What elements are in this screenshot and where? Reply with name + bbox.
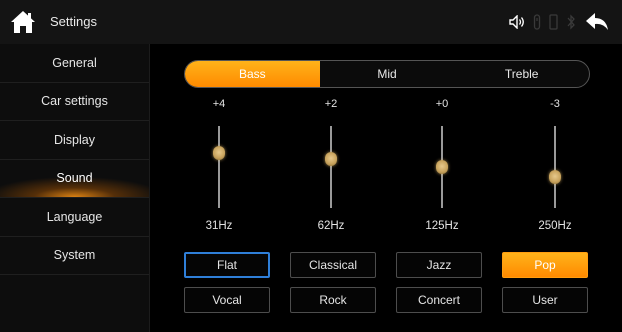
preset-vocal-button[interactable]: Vocal bbox=[184, 287, 270, 313]
band-slider-handle[interactable] bbox=[549, 169, 561, 184]
preset-concert-button[interactable]: Concert bbox=[396, 287, 482, 313]
preset-flat-button[interactable]: Flat bbox=[184, 252, 270, 278]
settings-sidebar: General Car settings Display Sound Langu… bbox=[0, 44, 150, 332]
preset-classical-button[interactable]: Classical bbox=[290, 252, 376, 278]
sidebar-item-car-settings[interactable]: Car settings bbox=[0, 83, 149, 121]
band-gain-value: +0 bbox=[435, 98, 449, 110]
sidebar-item-label: Display bbox=[54, 132, 95, 147]
sidebar-item-label: Language bbox=[46, 209, 103, 224]
usb-icon bbox=[533, 14, 541, 30]
band-slider-track[interactable] bbox=[554, 126, 556, 208]
back-icon[interactable] bbox=[584, 11, 610, 33]
sidebar-item-language[interactable]: Language bbox=[0, 198, 149, 237]
preset-user-button[interactable]: User bbox=[502, 287, 588, 313]
band-slider-track[interactable] bbox=[218, 126, 220, 208]
sidebar-item-label: General bbox=[52, 55, 97, 70]
volume-icon[interactable] bbox=[509, 15, 525, 29]
page-title: Settings bbox=[50, 14, 97, 29]
sidebar-item-general[interactable]: General bbox=[0, 44, 149, 83]
header-bar: Settings bbox=[0, 0, 622, 44]
tab-treble[interactable]: Treble bbox=[454, 61, 589, 87]
band-slider-handle[interactable] bbox=[436, 160, 448, 174]
sidebar-item-label: System bbox=[53, 248, 96, 263]
tab-mid[interactable]: Mid bbox=[320, 61, 455, 87]
band-gain-value: -3 bbox=[550, 98, 560, 110]
tab-bass[interactable]: Bass bbox=[185, 61, 320, 87]
band-frequency-label: 62Hz bbox=[317, 220, 345, 232]
preset-jazz-button[interactable]: Jazz bbox=[396, 252, 482, 278]
band-slider-handle[interactable] bbox=[325, 151, 337, 166]
sidebar-item-display[interactable]: Display bbox=[0, 121, 149, 160]
eq-band-31hz: +4 31Hz bbox=[184, 98, 254, 238]
band-gain-value: +4 bbox=[212, 98, 226, 110]
band-frequency-label: 31Hz bbox=[205, 220, 233, 232]
sidebar-item-sound[interactable]: Sound bbox=[0, 159, 149, 198]
phone-icon bbox=[549, 14, 558, 30]
band-gain-value: +2 bbox=[324, 98, 338, 110]
band-frequency-label: 250Hz bbox=[538, 220, 572, 232]
status-area bbox=[509, 8, 610, 36]
eq-band-125hz: +0 125Hz bbox=[407, 98, 477, 238]
preset-rock-button[interactable]: Rock bbox=[290, 287, 376, 313]
home-icon[interactable] bbox=[10, 9, 36, 35]
band-slider-track[interactable] bbox=[330, 126, 332, 208]
band-frequency-label: 125Hz bbox=[425, 220, 459, 232]
band-slider-handle[interactable] bbox=[213, 146, 225, 161]
eq-band-250hz: -3 250Hz bbox=[520, 98, 590, 238]
sound-panel: Bass Mid Treble +4 31Hz +2 62Hz +0 125Hz… bbox=[151, 44, 622, 332]
bluetooth-icon bbox=[566, 14, 576, 30]
sidebar-item-label: Car settings bbox=[41, 94, 108, 109]
sidebar-item-label: Sound bbox=[56, 171, 93, 186]
preset-pop-button[interactable]: Pop bbox=[502, 252, 588, 278]
eq-range-tabs: Bass Mid Treble bbox=[184, 60, 590, 88]
sidebar-item-system[interactable]: System bbox=[0, 237, 149, 275]
eq-band-62hz: +2 62Hz bbox=[296, 98, 366, 238]
